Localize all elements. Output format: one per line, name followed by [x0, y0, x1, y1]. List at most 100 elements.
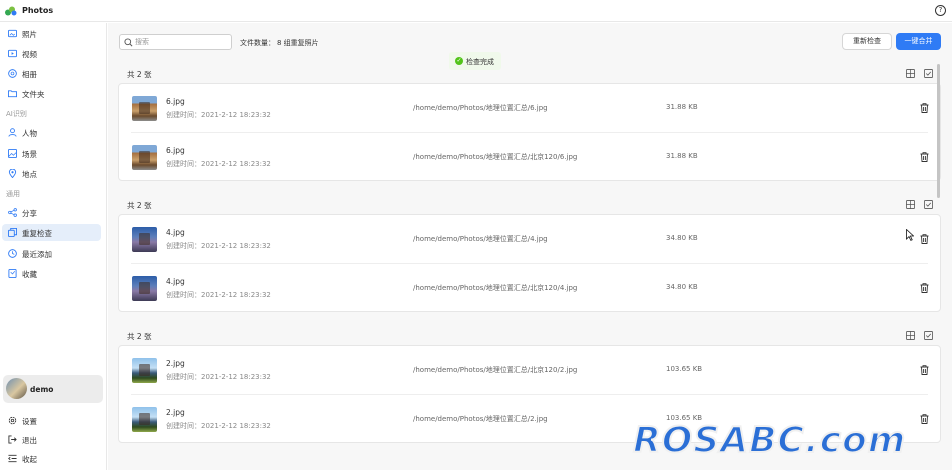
- user-card[interactable]: demo: [3, 375, 103, 403]
- created-time: 创建时间：2021-2-12 18:23:32: [166, 111, 271, 119]
- title-bar: Photos ?: [0, 0, 952, 22]
- select-all-icon[interactable]: [924, 69, 933, 78]
- file-path: /home/demo/Photos/地理位置汇总/2.jpg: [413, 415, 548, 423]
- sidebar-item-albums[interactable]: 相册: [2, 65, 101, 82]
- trash-icon[interactable]: [920, 234, 929, 244]
- sidebar-item-settings[interactable]: 设置: [2, 412, 101, 429]
- duplicate-icon: [8, 228, 17, 237]
- photo-thumbnail[interactable]: [132, 276, 157, 301]
- sidebar-item-label: 分享: [22, 209, 37, 218]
- mouse-cursor-icon: [906, 229, 914, 241]
- sidebar-item-label: 重复检查: [22, 229, 52, 238]
- clock-icon: [8, 249, 17, 258]
- sidebar-item-label: 照片: [22, 30, 37, 39]
- file-size: 31.88 KB: [666, 152, 698, 160]
- list-item[interactable]: 6.jpg 创建时间：2021-2-12 18:23:32 /home/demo…: [119, 84, 940, 132]
- created-time: 创建时间：2021-2-12 18:23:32: [166, 291, 271, 299]
- trash-icon[interactable]: [920, 152, 929, 162]
- select-all-icon[interactable]: [924, 331, 933, 340]
- sidebar-item-recent[interactable]: 最近添加: [2, 245, 101, 262]
- trash-icon[interactable]: [920, 283, 929, 293]
- photo-thumbnail[interactable]: [132, 358, 157, 383]
- collapse-icon: [8, 454, 17, 463]
- file-size: 31.88 KB: [666, 103, 698, 111]
- app-title: Photos: [22, 6, 54, 15]
- group-header: 共 2 张: [127, 201, 152, 210]
- compare-icon[interactable]: [906, 200, 915, 209]
- sidebar-item-label: 最近添加: [22, 250, 52, 259]
- person-icon: [8, 128, 17, 137]
- file-path: /home/demo/Photos/地理位置汇总/北京120/4.jpg: [413, 284, 578, 292]
- file-name: 2.jpg: [166, 359, 185, 368]
- section-label-ai: AI识别: [6, 110, 27, 118]
- sidebar-item-label: 相册: [22, 70, 37, 79]
- list-item[interactable]: 2.jpg 创建时间：2021-2-12 18:23:32 /home/demo…: [119, 346, 940, 394]
- location-icon: [8, 169, 17, 178]
- merge-all-button[interactable]: 一键合并: [896, 33, 941, 50]
- video-icon: [8, 49, 17, 58]
- sidebar-item-favorites[interactable]: 收藏: [2, 265, 101, 282]
- sidebar-item-places[interactable]: 地点: [2, 165, 101, 182]
- sidebar: 照片 视频 相册 文件夹 AI识别 人物 场景 地点 通用 分享 重复检查 最近…: [0, 23, 107, 470]
- file-path: /home/demo/Photos/地理位置汇总/北京120/2.jpg: [413, 366, 578, 374]
- sidebar-item-videos[interactable]: 视频: [2, 45, 101, 62]
- created-time: 创建时间：2021-2-12 18:23:32: [166, 160, 271, 168]
- scrollbar[interactable]: [937, 64, 940, 198]
- file-count-value: 8 组重复照片: [277, 39, 319, 47]
- group-header: 共 2 张: [127, 70, 152, 79]
- scene-icon: [8, 149, 17, 158]
- compare-icon[interactable]: [906, 331, 915, 340]
- check-circle-icon: ✓: [455, 57, 463, 65]
- folder-icon: [8, 90, 17, 98]
- sidebar-item-collapse[interactable]: 收起: [2, 450, 101, 467]
- photo-thumbnail[interactable]: [132, 227, 157, 252]
- rescan-button[interactable]: 重新检查: [842, 33, 892, 50]
- toast-text: 检查完成: [466, 58, 494, 66]
- search-box[interactable]: [119, 34, 232, 50]
- sidebar-item-photos[interactable]: 照片: [2, 25, 101, 42]
- sidebar-item-folders[interactable]: 文件夹: [2, 85, 101, 102]
- file-name: 6.jpg: [166, 146, 185, 155]
- photo-thumbnail[interactable]: [132, 145, 157, 170]
- sidebar-item-label: 视频: [22, 50, 37, 59]
- duplicate-group-card: 6.jpg 创建时间：2021-2-12 18:23:32 /home/demo…: [118, 83, 941, 181]
- file-name: 2.jpg: [166, 408, 185, 417]
- photo-thumbnail[interactable]: [132, 96, 157, 121]
- section-label-general: 通用: [6, 190, 20, 198]
- trash-icon[interactable]: [920, 103, 929, 113]
- sidebar-item-label: 人物: [22, 129, 37, 138]
- file-path: /home/demo/Photos/地理位置汇总/6.jpg: [413, 104, 548, 112]
- list-item[interactable]: 6.jpg 创建时间：2021-2-12 18:23:32 /home/demo…: [119, 133, 940, 181]
- select-all-icon[interactable]: [924, 200, 933, 209]
- file-size: 34.80 KB: [666, 234, 698, 242]
- sidebar-item-scenes[interactable]: 场景: [2, 145, 101, 162]
- list-item[interactable]: 4.jpg 创建时间：2021-2-12 18:23:32 /home/demo…: [119, 215, 940, 263]
- sidebar-item-label: 场景: [22, 150, 37, 159]
- compare-icon[interactable]: [906, 69, 915, 78]
- sidebar-item-duplicates[interactable]: 重复检查: [2, 224, 101, 241]
- photo-thumbnail[interactable]: [132, 407, 157, 432]
- file-name: 6.jpg: [166, 97, 185, 106]
- created-time: 创建时间：2021-2-12 18:23:32: [166, 422, 271, 430]
- sidebar-item-logout[interactable]: 退出: [2, 431, 101, 448]
- help-icon[interactable]: ?: [935, 5, 946, 16]
- file-path: /home/demo/Photos/地理位置汇总/北京120/6.jpg: [413, 153, 578, 161]
- search-input[interactable]: [135, 37, 227, 47]
- file-name: 4.jpg: [166, 277, 185, 286]
- file-size: 103.65 KB: [666, 365, 703, 373]
- avatar: [6, 378, 27, 399]
- sidebar-item-label: 退出: [22, 436, 37, 445]
- search-icon: [124, 38, 133, 47]
- main-content: 文件数量：8 组重复照片 重新检查 一键合并 ✓ 检查完成 共 2 张 6.jp…: [108, 23, 952, 470]
- trash-icon[interactable]: [920, 414, 929, 424]
- file-size: 34.80 KB: [666, 283, 698, 291]
- sidebar-item-label: 文件夹: [22, 90, 45, 99]
- list-item[interactable]: 4.jpg 创建时间：2021-2-12 18:23:32 /home/demo…: [119, 264, 940, 312]
- sidebar-item-people[interactable]: 人物: [2, 124, 101, 141]
- app-logo-icon: [5, 6, 17, 16]
- sidebar-item-label: 收藏: [22, 270, 37, 279]
- trash-icon[interactable]: [920, 365, 929, 375]
- sidebar-item-share[interactable]: 分享: [2, 204, 101, 221]
- file-name: 4.jpg: [166, 228, 185, 237]
- settings-icon: [8, 416, 17, 425]
